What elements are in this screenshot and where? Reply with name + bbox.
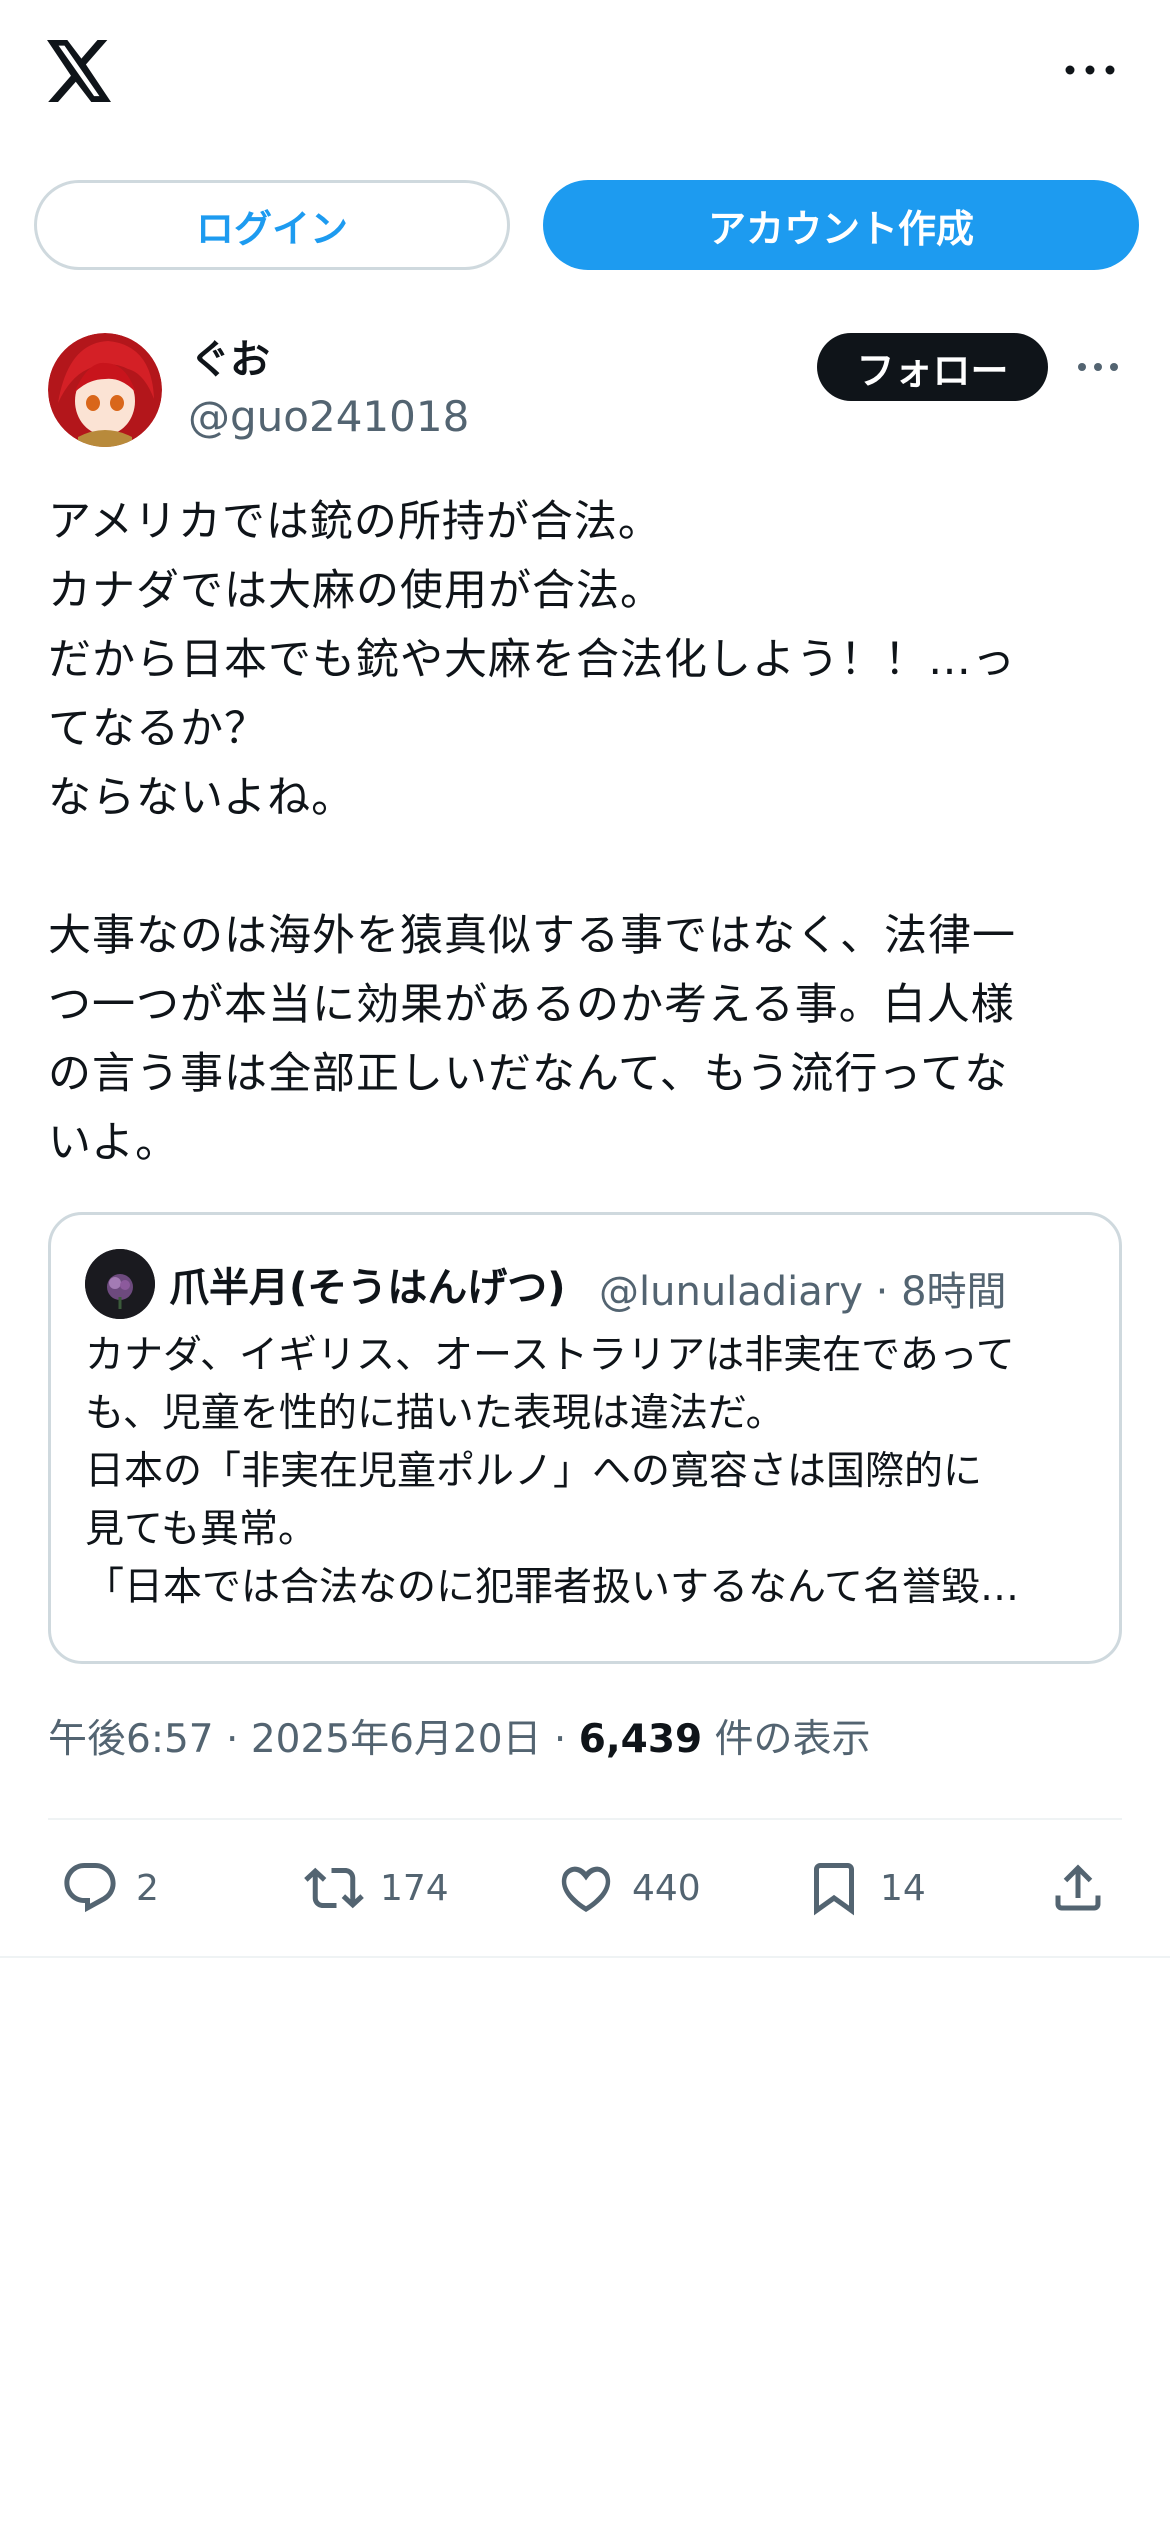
quote-handle[interactable]: @lunuladiary (599, 1269, 863, 1315)
view-count-label: 件の表示 (714, 1717, 871, 1762)
quote-text-line: 見ても異常。 (85, 1507, 318, 1552)
quote-separator: · (875, 1269, 889, 1315)
avatar-image (48, 333, 162, 447)
quote-text: カナダ、イギリス、オーストラリアは非実在であって も、児童を性的に描いた表現は違… (85, 1327, 1091, 1617)
retweet-icon (304, 1867, 364, 1909)
follow-button[interactable]: フォロー (817, 333, 1048, 401)
bookmark-icon (814, 1863, 854, 1916)
share-button[interactable] (1048, 1856, 1124, 1920)
retweet-count: 174 (380, 1867, 449, 1909)
post-handle[interactable]: @guo241018 (188, 392, 469, 441)
login-button[interactable]: ログイン (34, 180, 510, 270)
like-button[interactable]: 440 (556, 1856, 701, 1920)
post-meta: 午後6:57 · 2025年6月20日 · 6,439 件の表示 (48, 1708, 871, 1764)
bookmark-button[interactable]: 14 (804, 1856, 926, 1920)
signup-button[interactable]: アカウント作成 (543, 180, 1139, 270)
quote-time[interactable]: 8時間 (901, 1269, 1006, 1315)
top-bar (0, 0, 1170, 150)
quote-avatar-image (85, 1249, 155, 1319)
x-logo-icon[interactable] (46, 40, 114, 102)
quote-text-line: 「日本では合法なのに犯罪者扱いするなんて名誉毀… (85, 1565, 1020, 1610)
avatar[interactable] (48, 333, 162, 447)
bookmark-count: 14 (880, 1867, 926, 1909)
divider (48, 1818, 1122, 1820)
more-horizontal-icon[interactable] (1060, 55, 1120, 85)
quote-text-line: も、児童を性的に描いた表現は違法だ。 (85, 1391, 785, 1436)
reply-icon (64, 1863, 116, 1913)
share-icon (1055, 1864, 1101, 1911)
more-horizontal-icon[interactable] (1076, 355, 1120, 379)
reply-count: 2 (136, 1867, 159, 1909)
meta-separator: · (226, 1717, 239, 1762)
quote-display-name[interactable]: 爪半月(そうはんげつ) (169, 1255, 566, 1313)
post-time[interactable]: 午後6:57 (48, 1717, 214, 1762)
quote-meta: @lunuladiary · 8時間 (599, 1259, 1007, 1317)
heart-icon (561, 1866, 611, 1912)
view-count: 6,439 (578, 1717, 703, 1762)
divider (0, 1956, 1170, 1958)
quote-avatar[interactable] (85, 1249, 155, 1319)
post-text: アメリカでは銃の所持が合法。 カナダでは大麻の使用が合法。 だから日本でも銃や大… (48, 497, 1016, 1168)
reply-button[interactable]: 2 (60, 1856, 159, 1920)
post-display-name[interactable]: ぐお (190, 327, 270, 385)
retweet-button[interactable]: 174 (304, 1856, 449, 1920)
quoted-post[interactable]: 爪半月(そうはんげつ) @lunuladiary · 8時間 カナダ、イギリス、… (48, 1212, 1122, 1664)
quote-text-line: 日本の「非実在児童ポルノ」への寛容さは国際的に (85, 1449, 983, 1494)
post-date[interactable]: 2025年6月20日 (251, 1717, 542, 1762)
like-count: 440 (632, 1867, 701, 1909)
meta-separator: · (553, 1717, 567, 1762)
quote-text-line: カナダ、イギリス、オーストラリアは非実在であって (85, 1333, 1015, 1378)
